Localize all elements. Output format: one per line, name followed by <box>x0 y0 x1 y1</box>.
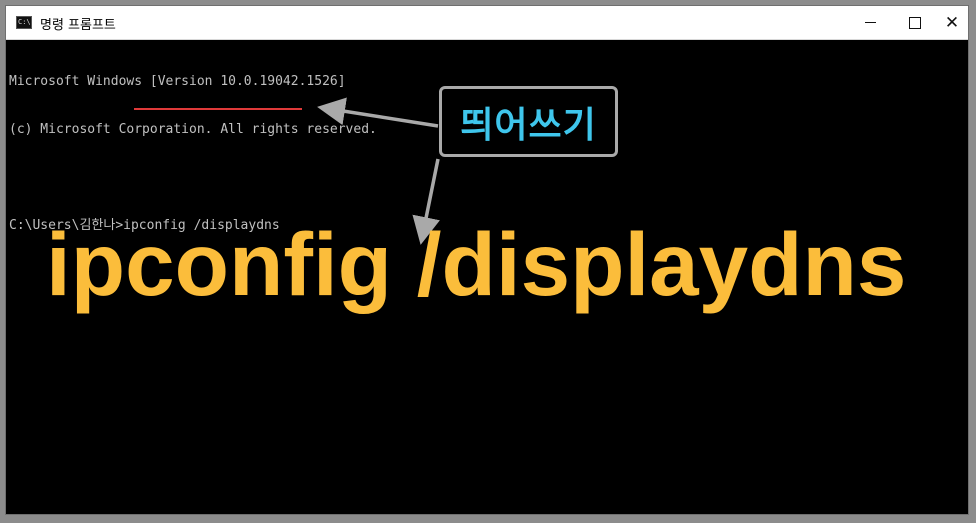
big-command-text: ipconfig /displaydns <box>46 214 907 314</box>
arrow-to-command <box>317 97 439 128</box>
callout-label: 띄어쓰기 <box>460 104 597 146</box>
command-prompt-window: C:\ 명령 프롬프트 ✕ Microsoft Windows [Version… <box>5 5 969 515</box>
spacing-callout: 띄어쓰기 <box>439 86 618 157</box>
